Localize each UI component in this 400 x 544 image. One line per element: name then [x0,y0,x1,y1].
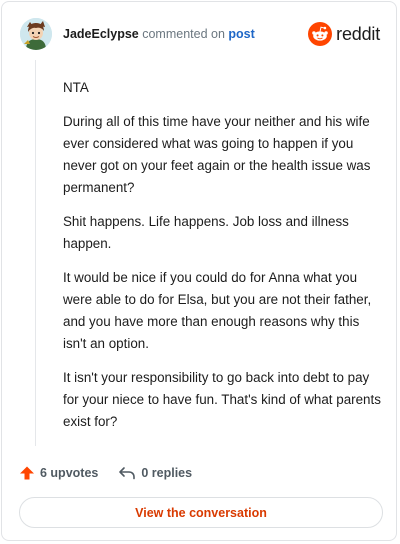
comment-paragraph: It isn't your responsibility to go back … [63,370,381,429]
username-link[interactable]: JadeEclypse [63,27,139,41]
post-link[interactable]: post [228,27,254,41]
avatar-illustration [20,18,52,50]
comment-body: NTA During all of this time have your ne… [63,77,381,445]
comment-meta: JadeEclypse commented on post [63,27,255,41]
upvote-button[interactable]: 6 upvotes [19,465,98,481]
comment-card: JadeEclypse commented on post reddit NTA… [1,1,397,541]
reply-arrow-icon [119,467,136,480]
comment-footer: 6 upvotes 0 replies [19,463,192,483]
comment-paragraph: During all of this time have your neithe… [63,114,371,195]
comment-header: JadeEclypse commented on post reddit [20,16,380,54]
replies-button[interactable]: 0 replies [118,465,192,481]
action-text: commented on [142,27,225,41]
reply-count: 0 replies [141,466,193,480]
upvote-count: 6 upvotes [40,466,99,480]
reddit-logo[interactable]: reddit [308,21,380,47]
view-conversation-button[interactable]: View the conversation [19,497,383,528]
comment-paragraph: Shit happens. Life happens. Job loss and… [63,214,349,251]
comment-paragraph: It would be nice if you could do for Ann… [63,270,372,351]
reddit-wordmark: reddit [336,23,380,44]
thread-line [35,60,36,446]
upvote-arrow-icon [20,466,34,480]
user-avatar[interactable] [20,18,52,50]
comment-paragraph: NTA [63,80,89,95]
reddit-snoo-icon [308,22,333,46]
